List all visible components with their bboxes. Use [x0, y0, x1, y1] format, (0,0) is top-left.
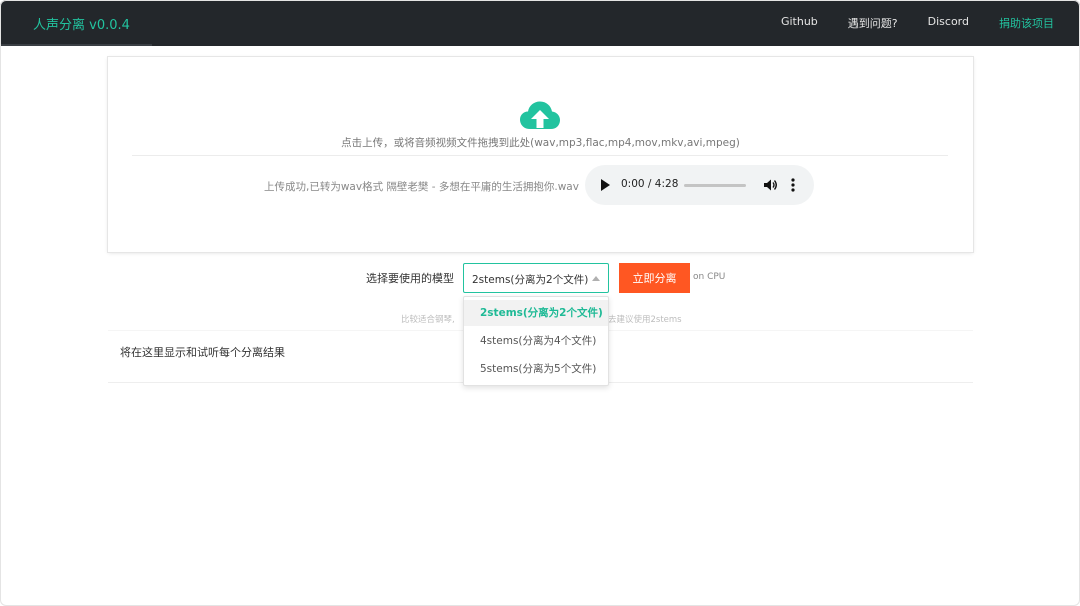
audio-progress-slider[interactable]: [684, 184, 746, 187]
model-dropdown: 2stems(分离为2个文件) 4stems(分离为4个文件) 5stems(分…: [463, 296, 609, 386]
model-select-value: 2stems(分离为2个文件): [472, 274, 589, 286]
play-icon[interactable]: [600, 179, 610, 191]
model-label: 选择要使用的模型: [366, 272, 454, 285]
audio-time: 0:00 / 4:28: [621, 178, 679, 190]
upload-dropzone[interactable]: 点击上传，或将音频视频文件拖拽到此处(wav,mp3,flac,mp4,mov,…: [108, 57, 973, 252]
model-select[interactable]: 2stems(分离为2个文件): [463, 263, 609, 293]
cloud-upload-icon: [520, 101, 560, 129]
model-option-4stems[interactable]: 4stems(分离为4个文件): [464, 328, 608, 354]
caret-up-icon: [592, 276, 600, 281]
model-help-text: 比较适合钢琴,: [401, 315, 455, 325]
nav-link-help[interactable]: 遇到问题?: [848, 15, 898, 31]
app-brand[interactable]: 人声分离 v0.0.4: [33, 14, 130, 33]
top-navbar: 人声分离 v0.0.4 Github 遇到问题? Discord 捐助该项目: [0, 0, 1080, 46]
model-help-text-end: 去建议使用2stems: [608, 315, 682, 325]
upload-divider: [132, 155, 948, 156]
audio-player: 0:00 / 4:28: [585, 165, 814, 205]
results-placeholder: 将在这里显示和试听每个分离结果: [120, 346, 285, 359]
separate-button[interactable]: 立即分离: [619, 263, 690, 293]
nav-links: Github 遇到问题? Discord 捐助该项目: [751, 15, 1054, 31]
model-option-5stems[interactable]: 5stems(分离为5个文件): [464, 356, 608, 382]
device-label: on CPU: [693, 272, 726, 282]
more-options-icon[interactable]: [791, 178, 795, 192]
brand-underline: [0, 44, 152, 46]
nav-link-github[interactable]: Github: [781, 15, 818, 31]
nav-link-discord[interactable]: Discord: [928, 15, 969, 31]
nav-link-donate[interactable]: 捐助该项目: [999, 15, 1054, 31]
upload-hint: 点击上传，或将音频视频文件拖拽到此处(wav,mp3,flac,mp4,mov,…: [341, 137, 740, 149]
upload-status: 上传成功,已转为wav格式 隔壁老樊 - 多想在平庸的生活拥抱你.wav: [264, 181, 579, 193]
model-option-2stems[interactable]: 2stems(分离为2个文件): [464, 300, 608, 326]
volume-icon[interactable]: [763, 178, 777, 192]
